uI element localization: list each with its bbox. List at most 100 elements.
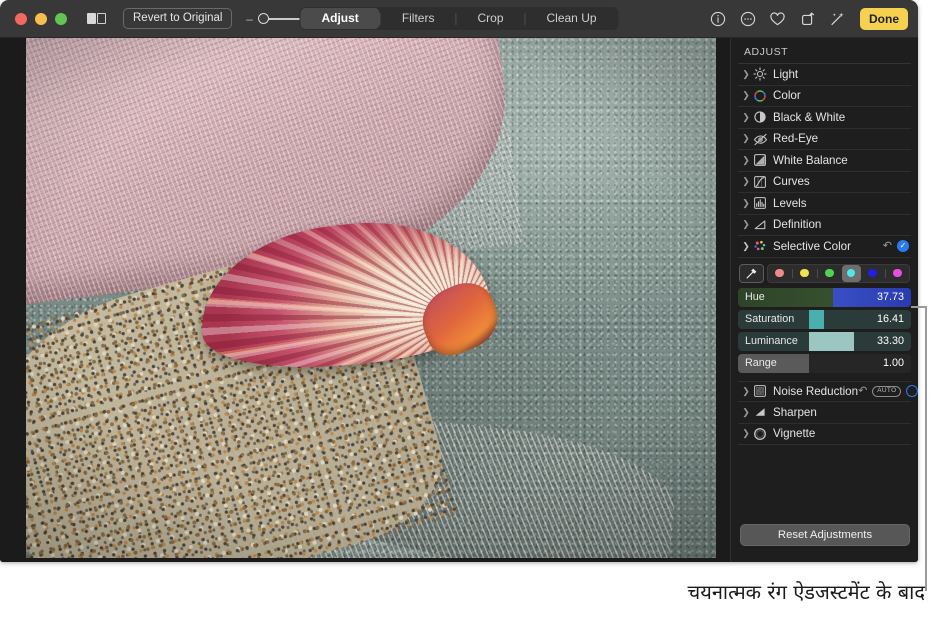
close-window-button[interactable] bbox=[15, 13, 27, 25]
slider-saturation-label: Saturation bbox=[738, 313, 794, 325]
adjust-row-label: Red-Eye bbox=[773, 132, 818, 145]
swatch-red[interactable] bbox=[770, 265, 789, 282]
adjust-row-vignette[interactable]: ❯ Vignette bbox=[738, 424, 911, 446]
swatch-yellow[interactable] bbox=[795, 265, 814, 282]
swatch-divider bbox=[885, 269, 886, 278]
chevron-right-icon[interactable]: ❯ bbox=[740, 408, 752, 417]
editor-mode-tabs: Adjust Filters Crop Clean Up bbox=[299, 7, 618, 30]
noise-reduction-actions: ↶ AUTO bbox=[858, 385, 918, 397]
slider-saturation-value: 16.41 bbox=[877, 313, 911, 325]
reset-adjustments-button[interactable]: Reset Adjustments bbox=[740, 524, 910, 546]
adjust-row-black-and-white[interactable]: ❯ Black & White bbox=[738, 107, 911, 129]
levels-icon bbox=[752, 195, 768, 211]
sharpen-icon bbox=[752, 404, 768, 420]
sidebar-toggle-outline bbox=[97, 13, 106, 24]
info-icon[interactable] bbox=[709, 10, 726, 27]
swatch-blue[interactable] bbox=[863, 265, 882, 282]
selective-color-swatch-bar bbox=[739, 264, 910, 283]
caption-text: चयनात्मक रंग ऐडजस्टमेंट के बाद bbox=[688, 578, 925, 605]
adjust-row-light[interactable]: ❯ Light bbox=[738, 64, 911, 86]
slider-hue-value: 37.73 bbox=[877, 291, 911, 303]
swatch-red-dot bbox=[775, 269, 784, 278]
adjust-row-definition[interactable]: ❯ Definition bbox=[738, 215, 911, 237]
minimize-window-button[interactable] bbox=[35, 13, 47, 25]
swatch-cyan[interactable] bbox=[842, 265, 861, 282]
more-options-icon[interactable] bbox=[739, 10, 756, 27]
inspector-title: ADJUST bbox=[738, 38, 911, 64]
zoom-out-icon[interactable]: – bbox=[245, 13, 253, 25]
slider-saturation[interactable]: Saturation 16.41 bbox=[738, 310, 911, 329]
slider-range[interactable]: Range 1.00 bbox=[738, 354, 911, 373]
swatch-cyan-dot bbox=[847, 269, 856, 278]
chevron-down-icon[interactable]: ❯ bbox=[740, 242, 752, 251]
eyedropper-icon[interactable] bbox=[739, 264, 764, 283]
chevron-right-icon[interactable]: ❯ bbox=[740, 113, 752, 122]
swatch-magenta[interactable] bbox=[888, 265, 907, 282]
slider-hue-label: Hue bbox=[738, 291, 765, 303]
swatch-green[interactable] bbox=[820, 265, 839, 282]
selective-color-icon bbox=[752, 238, 768, 254]
tab-adjust[interactable]: Adjust bbox=[300, 8, 379, 29]
toolbar-right-actions: Done bbox=[709, 8, 908, 30]
photos-editor-window: Revert to Original – + Adjust Filters Cr… bbox=[0, 0, 918, 562]
window-controls bbox=[15, 13, 67, 25]
auto-badge[interactable]: AUTO bbox=[872, 386, 901, 397]
chevron-right-icon[interactable]: ❯ bbox=[740, 199, 752, 208]
adjust-row-color[interactable]: ❯ Color bbox=[738, 86, 911, 108]
tab-crop[interactable]: Crop bbox=[456, 8, 524, 29]
swatch-blue-dot bbox=[868, 269, 877, 278]
edited-photo[interactable] bbox=[26, 38, 716, 558]
adjust-row-red-eye[interactable]: ❯ Red-Eye bbox=[738, 129, 911, 151]
revert-arrow-icon[interactable]: ↶ bbox=[883, 241, 892, 252]
adjust-row-label: Definition bbox=[773, 218, 821, 231]
callout-vertical-line bbox=[925, 306, 927, 591]
adjust-row-levels[interactable]: ❯ Levels bbox=[738, 193, 911, 215]
adjust-row-selective-color[interactable]: ❯ Selective Color ↶ ✓ bbox=[738, 236, 911, 258]
adjust-row-label: Noise Reduction bbox=[773, 385, 858, 398]
vignette-icon bbox=[752, 426, 768, 442]
black-white-icon bbox=[752, 109, 768, 125]
maximize-window-button[interactable] bbox=[55, 13, 67, 25]
adjust-row-white-balance[interactable]: ❯ White Balance bbox=[738, 150, 911, 172]
sidebar-toggle-filled bbox=[87, 13, 96, 24]
swatch-yellow-dot bbox=[800, 269, 809, 278]
chevron-right-icon[interactable]: ❯ bbox=[740, 91, 752, 100]
chevron-right-icon[interactable]: ❯ bbox=[740, 387, 752, 396]
sidebar-toggle-icon[interactable] bbox=[87, 13, 106, 24]
adjust-row-label: Black & White bbox=[773, 111, 845, 124]
slider-saturation-fill bbox=[809, 310, 825, 329]
adjust-row-label: White Balance bbox=[773, 154, 848, 167]
done-button[interactable]: Done bbox=[860, 8, 908, 30]
slider-luminance-fill bbox=[809, 332, 854, 351]
adjust-row-sharpen[interactable]: ❯ Sharpen bbox=[738, 402, 911, 424]
revert-to-original-button[interactable]: Revert to Original bbox=[123, 8, 232, 29]
chevron-right-icon[interactable]: ❯ bbox=[740, 156, 752, 165]
slider-luminance[interactable]: Luminance 33.30 bbox=[738, 332, 911, 351]
tab-filters[interactable]: Filters bbox=[381, 8, 456, 29]
selective-color-enabled-checkbox[interactable]: ✓ bbox=[897, 240, 909, 252]
adjust-row-curves[interactable]: ❯ Curves bbox=[738, 172, 911, 194]
chevron-right-icon[interactable]: ❯ bbox=[740, 177, 752, 186]
chevron-right-icon[interactable]: ❯ bbox=[740, 70, 752, 79]
slider-hue[interactable]: Hue 37.73 bbox=[738, 288, 911, 307]
rotate-icon[interactable] bbox=[799, 10, 816, 27]
editor-toolbar: Revert to Original – + Adjust Filters Cr… bbox=[0, 0, 918, 38]
slider-luminance-value: 33.30 bbox=[877, 335, 911, 347]
adjust-row-label: Levels bbox=[773, 197, 807, 210]
chevron-right-icon[interactable]: ❯ bbox=[740, 134, 752, 143]
color-wheel-icon bbox=[752, 88, 768, 104]
revert-arrow-icon[interactable]: ↶ bbox=[858, 386, 867, 397]
light-icon bbox=[752, 66, 768, 82]
adjust-row-noise-reduction[interactable]: ❯ Noise Reduction ↶ AUTO bbox=[738, 381, 911, 403]
adjust-row-label: Vignette bbox=[773, 427, 815, 440]
chevron-right-icon[interactable]: ❯ bbox=[740, 220, 752, 229]
photo-scallop-shell bbox=[192, 210, 495, 380]
slider-luminance-label: Luminance bbox=[738, 335, 798, 347]
favorite-heart-icon[interactable] bbox=[769, 10, 786, 27]
tab-clean-up[interactable]: Clean Up bbox=[526, 8, 618, 29]
magic-wand-enhance-icon[interactable] bbox=[829, 10, 846, 27]
zoom-slider-knob[interactable] bbox=[258, 13, 269, 24]
noise-reduction-enabled-checkbox[interactable] bbox=[906, 385, 918, 397]
chevron-right-icon[interactable]: ❯ bbox=[740, 429, 752, 438]
swatch-green-dot bbox=[825, 269, 834, 278]
